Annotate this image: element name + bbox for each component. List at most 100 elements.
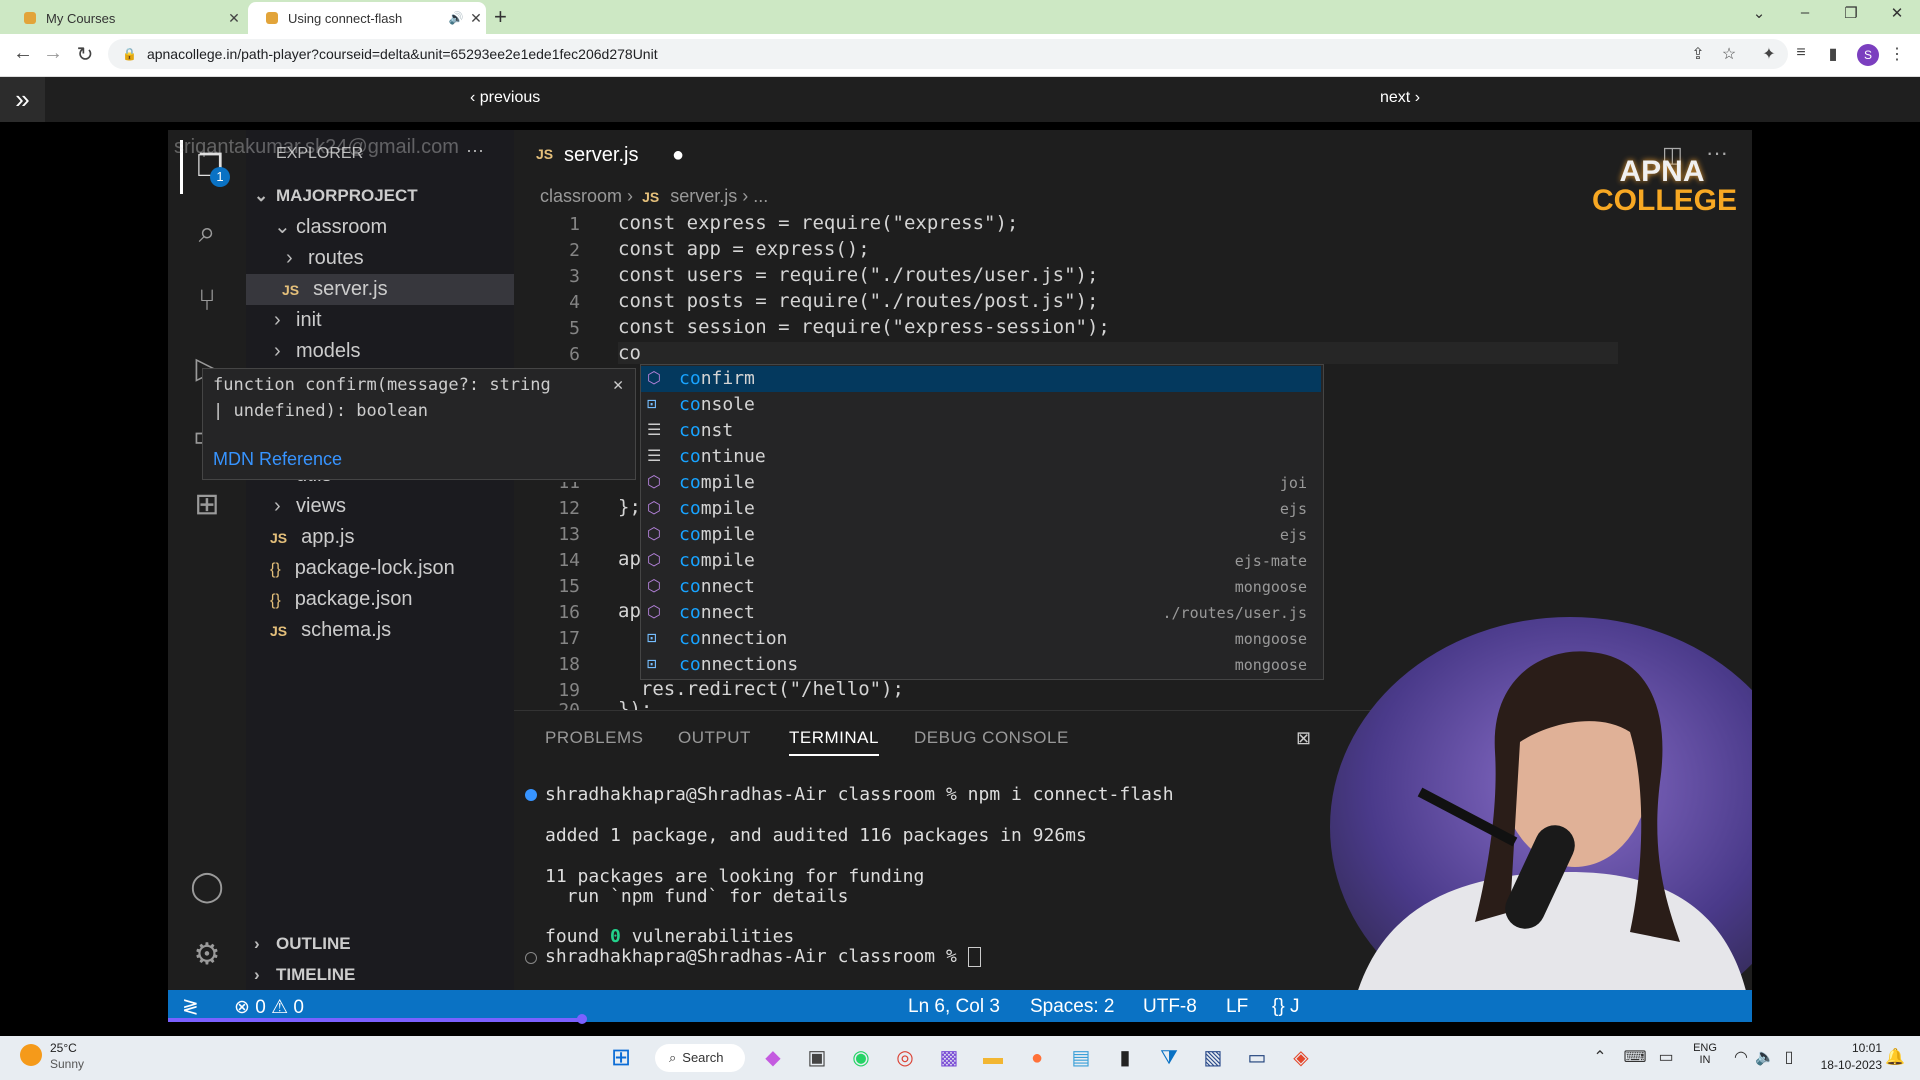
clock-time[interactable]: 10:01: [1806, 1041, 1882, 1055]
weather-sun-icon[interactable]: [20, 1044, 42, 1066]
suggestion-item[interactable]: ⬡ connect ./routes/user.js: [641, 600, 1321, 626]
code-line-current[interactable]: co: [618, 342, 1618, 364]
firefox-icon[interactable]: ●: [1022, 1044, 1052, 1072]
suggestion-item[interactable]: ⊡ connections mongoose: [641, 652, 1321, 678]
mdn-reference-link[interactable]: MDN Reference: [213, 449, 342, 470]
close-tab-icon[interactable]: ✕: [224, 10, 244, 27]
weather-temp[interactable]: 25°C: [50, 1041, 77, 1055]
battery-icon[interactable]: ▯: [1774, 1044, 1804, 1072]
suggestion-item[interactable]: ⊡ console: [641, 392, 1321, 418]
suggestion-item[interactable]: ⊡ connection mongoose: [641, 626, 1321, 652]
whatsapp-icon[interactable]: ◉: [846, 1044, 876, 1072]
variable-icon: ⊡: [647, 654, 657, 673]
app-icon[interactable]: ▧: [1198, 1044, 1228, 1072]
explorer-more-icon: ···: [466, 140, 484, 160]
encoding[interactable]: UTF-8: [1143, 996, 1197, 1018]
language-indicator[interactable]: ENG IN: [1690, 1042, 1720, 1066]
close-hover-icon[interactable]: ✕: [613, 375, 623, 395]
panel-tab-output[interactable]: OUTPUT: [678, 728, 751, 748]
speaker-icon[interactable]: 🔊: [446, 11, 466, 25]
js-file-icon: JS: [282, 282, 300, 298]
suggestion-item[interactable]: ☰ continue: [641, 444, 1321, 470]
terminal-prompt[interactable]: shradhakhapra@Shradhas-Air classroom %: [545, 946, 981, 967]
git-icon[interactable]: ◈: [1286, 1044, 1316, 1072]
explorer-bottom-sections: › OUTLINE › TIMELINE: [246, 928, 514, 990]
back-icon[interactable]: ←: [8, 42, 38, 65]
indentation[interactable]: Spaces: 2: [1030, 996, 1115, 1018]
suggestion-item[interactable]: ⬡ compile ejs: [641, 522, 1321, 548]
video-progress-bar[interactable]: [168, 1018, 582, 1022]
tab-title: My Courses: [46, 10, 116, 26]
cursor-position[interactable]: Ln 6, Col 3: [908, 996, 1000, 1018]
suggestion-item[interactable]: ⬡ connect mongoose: [641, 574, 1321, 600]
remote-icon[interactable]: ≷: [182, 994, 199, 1019]
folder-init: › init: [274, 305, 322, 336]
panel-tab-terminal[interactable]: TERMINAL: [789, 728, 879, 756]
remote-desktop-icon[interactable]: ▤: [1066, 1044, 1096, 1072]
clock-date[interactable]: 18-10-2023: [1806, 1058, 1882, 1072]
notification-bell-icon[interactable]: 🔔: [1880, 1044, 1910, 1072]
suggestion-item[interactable]: ⬡ compile ejs: [641, 496, 1321, 522]
method-icon: ⬡: [647, 602, 661, 621]
suggestion-item[interactable]: ⬡ compile joi: [641, 470, 1321, 496]
suggestion-item[interactable]: ⬡ compile ejs-mate: [641, 548, 1321, 574]
tab-my-courses[interactable]: My Courses ✕: [6, 2, 244, 34]
extensions-icon[interactable]: ✦: [1756, 44, 1782, 64]
task-view-icon[interactable]: ▣: [802, 1044, 832, 1072]
reload-icon[interactable]: ↻: [70, 42, 100, 67]
expand-sidebar-icon[interactable]: »: [0, 77, 45, 122]
js-file-icon: JS: [536, 146, 554, 162]
intellij-icon[interactable]: ▩: [934, 1044, 964, 1072]
line-number: 16: [558, 602, 580, 623]
windows-start-icon[interactable]: ⊞: [606, 1044, 636, 1072]
line-ending[interactable]: LF: [1226, 996, 1248, 1018]
editor-tab-title: server.js: [564, 144, 639, 166]
chrome-icon[interactable]: ◎: [890, 1044, 920, 1072]
app-icon[interactable]: ▭: [1242, 1044, 1272, 1072]
video-scrubber-handle[interactable]: [577, 1014, 587, 1024]
folder-models: › models: [274, 336, 360, 367]
breadcrumb-symbol: ...: [753, 186, 769, 206]
taskbar-search[interactable]: ⌕ Search: [655, 1044, 745, 1072]
breadcrumb-separator-icon: ›: [627, 186, 634, 206]
account-icon: ◯: [190, 870, 224, 903]
panel-tab-debug-console[interactable]: DEBUG CONSOLE: [914, 728, 1069, 748]
display-icon[interactable]: ▭: [1651, 1044, 1681, 1072]
next-unit-link[interactable]: next ›: [1380, 89, 1420, 107]
side-panel-icon[interactable]: ▮: [1820, 44, 1846, 64]
tab-using-connect-flash[interactable]: Using connect-flash 🔊 ✕: [248, 2, 486, 34]
breadcrumb-file: server.js: [670, 186, 738, 206]
widgets-icon[interactable]: ◆: [758, 1044, 788, 1072]
keyboard-icon[interactable]: ⌨: [1620, 1044, 1650, 1072]
close-window-icon[interactable]: ✕: [1877, 4, 1917, 22]
language-mode[interactable]: {} J: [1272, 996, 1299, 1018]
media-control-icon[interactable]: ≡: [1788, 44, 1814, 62]
forward-icon[interactable]: →: [38, 42, 68, 65]
profile-avatar[interactable]: S: [1857, 44, 1879, 66]
vscode-icon[interactable]: ⧩: [1154, 1044, 1184, 1072]
suggestion-item[interactable]: ⬡ confirm: [641, 366, 1321, 392]
tab-search-icon[interactable]: ⌄: [1739, 4, 1779, 22]
line-number: 19: [558, 680, 580, 701]
panel-tab-problems[interactable]: PROBLEMS: [545, 728, 643, 748]
minimize-icon[interactable]: –: [1785, 4, 1825, 21]
problems-status[interactable]: ⊗ 0 ⚠ 0: [234, 996, 304, 1019]
share-icon[interactable]: ⇪: [1685, 44, 1711, 64]
restore-icon[interactable]: ❐: [1831, 4, 1871, 22]
browser-toolbar: ← → ↻ 🔒 apnacollege.in/path-player?cours…: [0, 34, 1920, 77]
autocomplete-suggestions: ⬡ confirm ⊡ console ☰ const ☰ continue ⬡ comp…: [640, 364, 1324, 680]
file-explorer-icon[interactable]: ▬: [978, 1044, 1008, 1072]
address-bar[interactable]: 🔒 apnacollege.in/path-player?courseid=de…: [108, 39, 1788, 69]
terminal-app-icon[interactable]: ▮: [1110, 1044, 1140, 1072]
weather-text[interactable]: Sunny: [50, 1057, 84, 1071]
new-tab-button[interactable]: +: [494, 4, 507, 30]
site-favicon-icon: [24, 12, 36, 24]
hover-documentation: function confirm(message?: string | unde…: [202, 368, 636, 480]
suggestion-item[interactable]: ☰ const: [641, 418, 1321, 444]
show-hidden-icons[interactable]: ⌃: [1585, 1044, 1615, 1072]
previous-unit-link[interactable]: ‹ previous: [470, 89, 540, 107]
file-schema-js: JS schema.js: [270, 619, 392, 641]
close-tab-icon[interactable]: ✕: [466, 10, 486, 27]
bookmark-star-icon[interactable]: ☆: [1716, 44, 1742, 64]
browser-menu-icon[interactable]: ⋮: [1884, 44, 1910, 64]
